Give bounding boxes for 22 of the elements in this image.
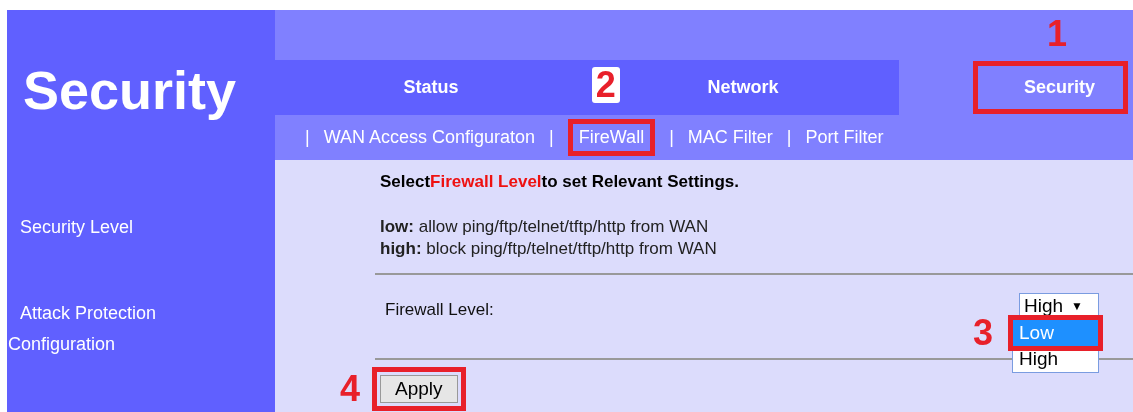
subnav-link[interactable]: MAC Filter [687, 127, 773, 148]
callout-number: 3 [973, 315, 994, 351]
callout-number: 2 [591, 67, 620, 103]
caret-icon: ▼ [1071, 299, 1083, 313]
dropdown-option[interactable]: High [1013, 346, 1098, 372]
callout-number: 1 [1046, 16, 1067, 52]
separator: | [304, 127, 311, 148]
subnav-link[interactable]: Port Filter [805, 127, 884, 148]
callout-number: 4 [340, 371, 361, 407]
note-text: high: block ping/ftp/telnet/tftp/http from WAN [380, 238, 718, 260]
sidebar-item[interactable]: Attack Protection Configuration [7, 298, 208, 360]
separator: | [548, 127, 555, 148]
nav-tab[interactable]: Status [275, 60, 587, 115]
separator: | [668, 127, 675, 148]
note-text: low: allow ping/ftp/telnet/tftp/http from WAN [380, 216, 710, 238]
field-label: Firewall Level: [385, 300, 494, 320]
sidebar-item[interactable]: Security Level [7, 217, 220, 238]
subnav-link[interactable]: FireWall [567, 119, 656, 156]
separator: | [785, 127, 793, 148]
page-title: Security [22, 59, 238, 120]
subnav-link[interactable]: WAN Access Configuraton [323, 127, 536, 148]
instruction-text: SelectFirewall Levelto set Relevant Settings. [380, 172, 741, 192]
